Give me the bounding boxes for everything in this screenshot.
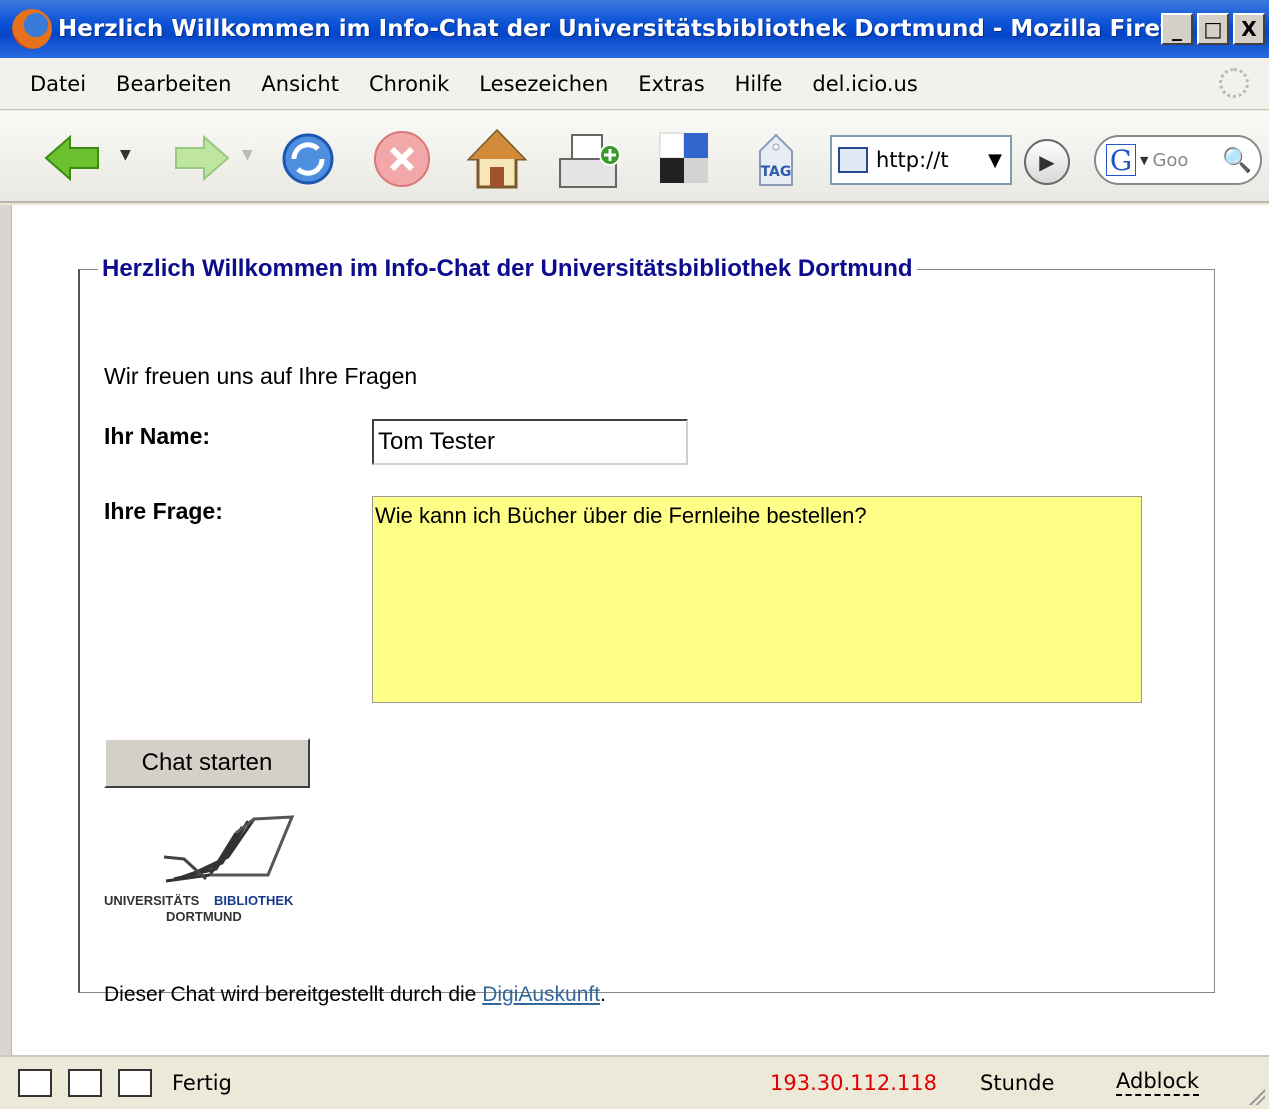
tag-button[interactable]: TAG xyxy=(750,131,802,189)
menu-lesezeichen[interactable]: Lesezeichen xyxy=(479,72,608,96)
search-icon[interactable]: 🔍 xyxy=(1222,146,1260,174)
menu-bar: Datei Bearbeiten Ansicht Chronik Lesezei… xyxy=(0,58,1269,110)
home-button[interactable] xyxy=(466,127,528,191)
digiauskunft-link[interactable]: DigiAuskunft xyxy=(482,983,600,1006)
maximize-button[interactable]: □ xyxy=(1197,13,1229,45)
stop-button[interactable] xyxy=(372,129,432,189)
status-stunde: Stunde xyxy=(980,1071,1055,1095)
question-label: Ihre Frage: xyxy=(104,498,223,524)
forward-button[interactable] xyxy=(162,133,232,183)
status-text: Fertig xyxy=(172,1071,232,1095)
menu-bearbeiten[interactable]: Bearbeiten xyxy=(116,72,231,96)
footer-suffix: . xyxy=(600,983,606,1006)
logo-text-bibliothek: BIBLIOTHEK xyxy=(214,893,294,908)
window-title: Herzlich Willkommen im Info-Chat der Uni… xyxy=(58,16,1161,42)
chat-start-button[interactable]: Chat starten xyxy=(104,738,310,788)
google-icon[interactable]: G xyxy=(1106,144,1136,177)
search-placeholder: Goo xyxy=(1152,149,1189,171)
close-button[interactable]: X xyxy=(1233,13,1265,45)
pen-icon[interactable] xyxy=(118,1069,152,1097)
search-box[interactable]: G ▼ Goo 🔍 xyxy=(1094,135,1262,185)
tag-icon: TAG xyxy=(759,133,793,186)
url-text: http://t xyxy=(876,148,949,172)
ruler-icon[interactable] xyxy=(68,1069,102,1097)
tag-label: TAG xyxy=(761,164,792,180)
adblock-link[interactable]: Adblock xyxy=(1116,1070,1200,1096)
sidebar-strip xyxy=(0,205,12,1055)
play-icon: ▶ xyxy=(1039,150,1055,174)
menu-hilfe[interactable]: Hilfe xyxy=(735,72,783,96)
forward-history-icon[interactable]: ▼ xyxy=(242,147,253,163)
url-dropdown-icon[interactable]: ▼ xyxy=(988,150,1010,171)
url-bar[interactable]: http://t ▼ xyxy=(830,135,1012,185)
name-input[interactable] xyxy=(372,419,688,465)
reload-icon xyxy=(282,133,334,185)
ub-dortmund-logo: UNIVERSITÄTS BIBLIOTHEK DORTMUND xyxy=(104,815,295,924)
logo-text-dortmund: DORTMUND xyxy=(166,909,242,924)
menu-chronik[interactable]: Chronik xyxy=(369,72,449,96)
navigation-toolbar: ▼ ▼ TAG http://t ▼ ▶ G ▼ Goo 🔍 xyxy=(0,111,1269,203)
footer-prefix: Dieser Chat wird bereitgestellt durch di… xyxy=(104,983,483,1006)
resize-grip-icon[interactable] xyxy=(1249,1089,1265,1105)
go-button[interactable]: ▶ xyxy=(1024,139,1070,185)
delicious-icon xyxy=(659,132,708,183)
throbber-icon xyxy=(1219,68,1249,98)
chat-form-fieldset: Herzlich Willkommen im Info-Chat der Uni… xyxy=(78,255,1215,1006)
forward-arrow-icon xyxy=(175,134,230,182)
delicious-button[interactable] xyxy=(658,131,710,185)
back-history-icon[interactable]: ▼ xyxy=(120,147,131,163)
page-layout-icon[interactable] xyxy=(18,1069,52,1097)
home-icon xyxy=(466,128,528,189)
menu-ansicht[interactable]: Ansicht xyxy=(261,72,339,96)
printer-icon xyxy=(559,134,621,188)
page-content: Herzlich Willkommen im Info-Chat der Uni… xyxy=(12,205,1269,1055)
firefox-logo-icon xyxy=(12,9,52,49)
reload-button[interactable] xyxy=(278,129,338,189)
menu-datei[interactable]: Datei xyxy=(30,72,86,96)
back-button[interactable] xyxy=(42,133,112,183)
form-legend: Herzlich Willkommen im Info-Chat der Uni… xyxy=(102,255,913,282)
window-controls: _ □ X xyxy=(1161,13,1265,45)
footer-text: Dieser Chat wird bereitgestellt durch di… xyxy=(104,983,606,1007)
stop-icon xyxy=(374,131,430,187)
search-engine-dropdown-icon[interactable]: ▼ xyxy=(1140,154,1148,167)
print-button[interactable] xyxy=(556,131,624,193)
status-ip: 193.30.112.118 xyxy=(770,1071,937,1095)
site-icon xyxy=(838,147,868,173)
status-bar: Fertig 193.30.112.118 Stunde Adblock xyxy=(0,1055,1269,1109)
intro-text: Wir freuen uns auf Ihre Fragen xyxy=(104,363,418,389)
menu-delicious[interactable]: del.icio.us xyxy=(812,72,917,96)
name-label: Ihr Name: xyxy=(104,423,211,449)
menu-extras[interactable]: Extras xyxy=(638,72,704,96)
minimize-button[interactable]: _ xyxy=(1161,13,1193,45)
back-arrow-icon xyxy=(44,134,99,182)
window-titlebar: Herzlich Willkommen im Info-Chat der Uni… xyxy=(0,0,1269,58)
question-textarea[interactable]: Wie kann ich Bücher über die Fernleihe b… xyxy=(372,496,1142,703)
logo-text-universitaets: UNIVERSITÄTS xyxy=(104,893,200,908)
